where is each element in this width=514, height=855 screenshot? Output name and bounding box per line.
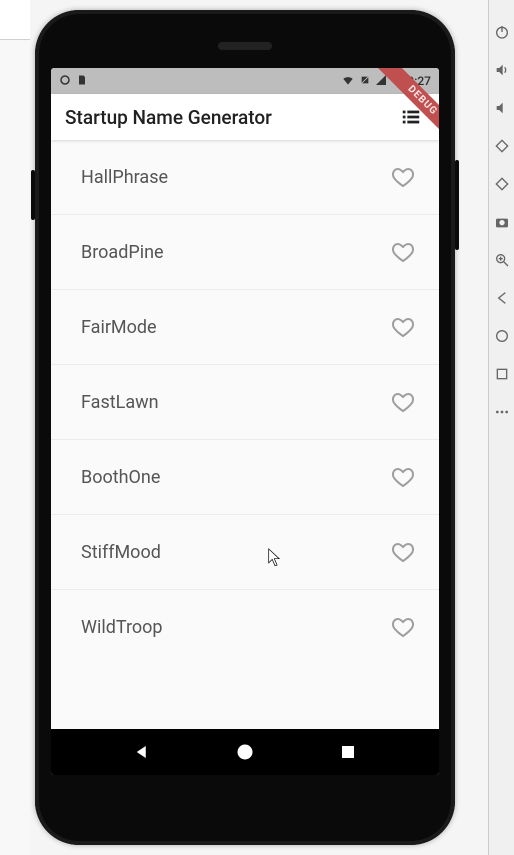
wifi-icon bbox=[341, 73, 355, 90]
heart-icon bbox=[391, 465, 415, 489]
power-icon bbox=[494, 24, 510, 40]
name-label: FairMode bbox=[81, 317, 157, 338]
name-label: WildTroop bbox=[81, 617, 163, 638]
emulator-power-button[interactable] bbox=[494, 24, 510, 40]
name-list[interactable]: HallPhrase BroadPine FairMode FastLawn bbox=[51, 140, 439, 729]
favorite-button[interactable] bbox=[391, 465, 415, 489]
list-item[interactable]: FastLawn bbox=[51, 365, 439, 440]
name-label: HallPhrase bbox=[81, 167, 168, 188]
list-item[interactable]: WildTroop bbox=[51, 590, 439, 664]
phone-screen: DEBUG bbox=[51, 68, 439, 775]
app-title: Startup Name Generator bbox=[65, 106, 272, 129]
android-nav-bar bbox=[51, 729, 439, 775]
heart-icon bbox=[391, 315, 415, 339]
list-item[interactable]: BoothOne bbox=[51, 440, 439, 515]
list-item[interactable]: FairMode bbox=[51, 290, 439, 365]
heart-icon bbox=[391, 540, 415, 564]
camera-icon bbox=[494, 214, 510, 230]
favorite-button[interactable] bbox=[391, 615, 415, 639]
favorite-button[interactable] bbox=[391, 240, 415, 264]
emulator-rotate-left-button[interactable] bbox=[494, 138, 510, 154]
emulator-home-button[interactable] bbox=[494, 328, 510, 344]
status-sd-icon bbox=[76, 74, 88, 89]
zoom-icon bbox=[494, 252, 510, 268]
square-outline-icon bbox=[494, 366, 510, 382]
emulator-toolbar bbox=[488, 0, 514, 855]
rotate-left-icon bbox=[494, 138, 510, 154]
browser-page-edge bbox=[0, 40, 30, 855]
more-icon bbox=[494, 404, 510, 420]
name-label: StiffMood bbox=[81, 542, 161, 563]
emulator-overview-button[interactable] bbox=[494, 366, 510, 382]
name-label: FastLawn bbox=[81, 392, 159, 413]
list-item[interactable]: HallPhrase bbox=[51, 140, 439, 215]
favorite-button[interactable] bbox=[391, 165, 415, 189]
triangle-back-icon bbox=[133, 743, 151, 761]
heart-icon bbox=[391, 615, 415, 639]
nav-recent-button[interactable] bbox=[336, 740, 360, 764]
back-icon bbox=[494, 290, 510, 306]
emulator-volume-up-button[interactable] bbox=[494, 62, 510, 78]
browser-chrome-edge bbox=[0, 0, 30, 40]
emulator-back-button[interactable] bbox=[494, 290, 510, 306]
emulator-zoom-button[interactable] bbox=[494, 252, 510, 268]
emulator-more-button[interactable] bbox=[494, 404, 510, 420]
nav-back-button[interactable] bbox=[130, 740, 154, 764]
emulator-volume-down-button[interactable] bbox=[494, 100, 510, 116]
volume-down-icon bbox=[494, 100, 510, 116]
volume-up-icon bbox=[494, 62, 510, 78]
square-recent-icon bbox=[339, 743, 357, 761]
favorite-button[interactable] bbox=[391, 315, 415, 339]
list-item[interactable]: StiffMood bbox=[51, 515, 439, 590]
status-circle-icon bbox=[59, 74, 71, 89]
app-bar: Startup Name Generator bbox=[51, 94, 439, 140]
list-item[interactable]: BroadPine bbox=[51, 215, 439, 290]
name-label: BroadPine bbox=[81, 242, 164, 263]
heart-icon bbox=[391, 240, 415, 264]
nav-home-button[interactable] bbox=[233, 740, 257, 764]
name-label: BoothOne bbox=[81, 467, 160, 488]
circle-home-icon bbox=[235, 742, 255, 762]
phone-device-frame: DEBUG bbox=[35, 10, 455, 845]
rotate-right-icon bbox=[494, 176, 510, 192]
heart-icon bbox=[391, 390, 415, 414]
favorite-button[interactable] bbox=[391, 390, 415, 414]
android-status-bar: 9:27 bbox=[51, 68, 439, 94]
emulator-rotate-right-button[interactable] bbox=[494, 176, 510, 192]
heart-icon bbox=[391, 165, 415, 189]
favorite-button[interactable] bbox=[391, 540, 415, 564]
circle-outline-icon bbox=[494, 328, 510, 344]
no-sim-icon bbox=[360, 74, 370, 88]
emulator-screenshot-button[interactable] bbox=[494, 214, 510, 230]
phone-power-button bbox=[455, 160, 459, 250]
phone-volume-button bbox=[31, 170, 35, 220]
